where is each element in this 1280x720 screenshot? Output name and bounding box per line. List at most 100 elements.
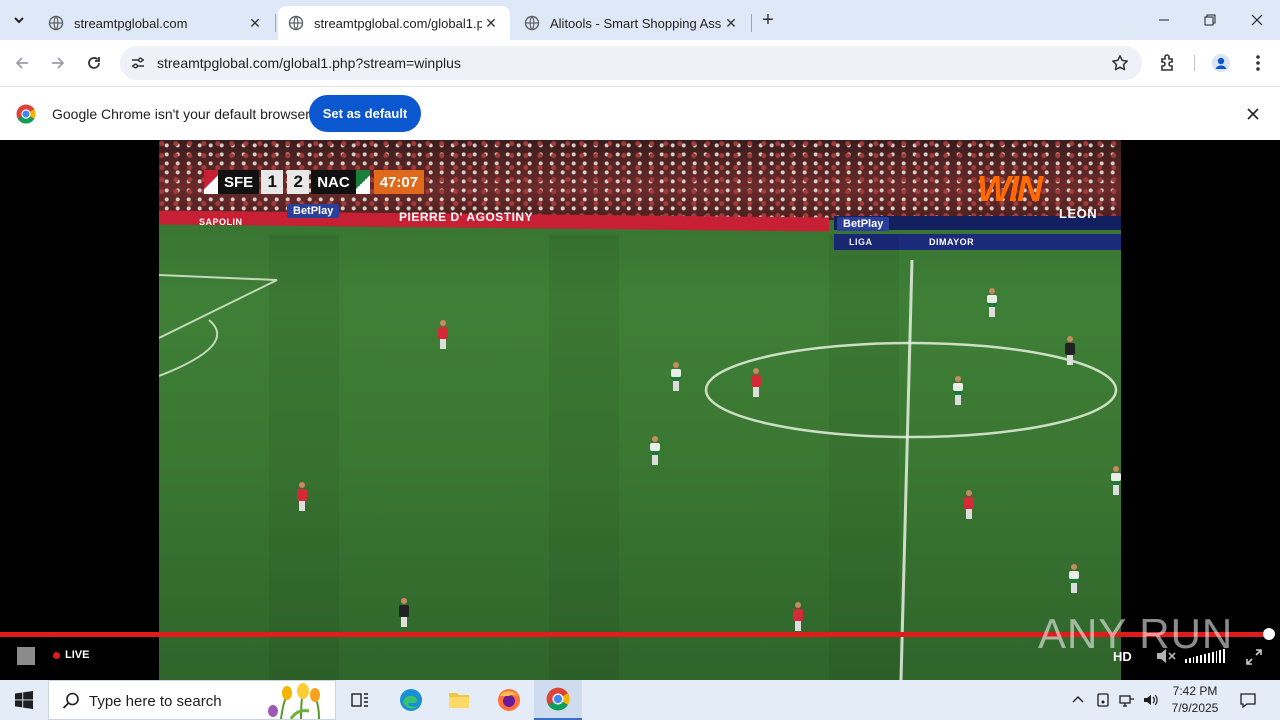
chrome-logo-icon <box>16 104 36 124</box>
taskbar-edge[interactable] <box>387 680 435 720</box>
arrow-right-icon <box>52 57 65 69</box>
player-red <box>964 490 974 520</box>
quality-button[interactable]: HD <box>1113 649 1132 664</box>
close-tab-icon[interactable]: ✕ <box>246 14 264 32</box>
forward-button[interactable] <box>44 49 72 77</box>
search-icon <box>62 692 79 709</box>
player-red <box>297 482 307 512</box>
player-green <box>987 288 997 318</box>
avatar-icon <box>1212 54 1230 72</box>
scorebug: SFE 1 2 NAC 47:07 <box>204 170 425 194</box>
taskbar-search[interactable]: Type here to search <box>48 680 336 720</box>
arrow-left-icon <box>15 57 28 69</box>
away-flag <box>355 170 370 194</box>
restore-icon <box>1204 14 1216 26</box>
tab-strip: streamtpglobal.com ✕ streamtpglobal.com/… <box>0 0 1280 40</box>
tab-search-button[interactable] <box>6 7 32 33</box>
default-browser-infobar: Google Chrome isn't your default browser… <box>0 86 1280 140</box>
infobar-close-button[interactable] <box>1243 104 1263 124</box>
tab-title: streamtpglobal.com/global1.php?stream=wi… <box>314 15 482 31</box>
minimize-button[interactable] <box>1141 0 1187 40</box>
chevron-up-icon <box>1072 696 1084 703</box>
player-green <box>671 362 681 392</box>
player-red <box>793 602 803 632</box>
tulips-illustration-icon <box>268 683 320 719</box>
set-as-default-button[interactable]: Set as default <box>309 95 421 132</box>
reload-button[interactable] <box>80 49 108 77</box>
stop-button[interactable] <box>17 647 35 665</box>
video-frame[interactable]: BetPlay PIERRE D' AGOSTINY SAPOLIN LIGA … <box>159 140 1121 680</box>
taskbar-firefox[interactable] <box>485 680 533 720</box>
home-flag <box>204 170 218 194</box>
address-bar[interactable]: streamtpglobal.com/global1.php?stream=wi… <box>120 46 1142 80</box>
mute-icon[interactable] <box>1155 646 1177 666</box>
start-button[interactable] <box>0 680 48 720</box>
tray-overflow-button[interactable] <box>1068 680 1088 720</box>
taskbar-chrome[interactable] <box>534 680 582 720</box>
player-green <box>1069 564 1079 594</box>
close-tab-icon[interactable]: ✕ <box>482 14 500 32</box>
tab-alitools[interactable]: Alitools - Smart Shopping Assistant ✕ <box>514 6 750 40</box>
url-text[interactable]: streamtpglobal.com/global1.php?stream=wi… <box>157 55 461 71</box>
live-indicator: LIVE <box>53 649 89 661</box>
taskbar-clock[interactable]: 7:42 PM 7/9/2025 <box>1160 683 1230 717</box>
bookmark-star-icon[interactable] <box>1110 53 1130 73</box>
video-player[interactable]: BetPlay PIERRE D' AGOSTINY SAPOLIN LIGA … <box>0 140 1280 680</box>
notification-icon <box>1240 693 1256 709</box>
close-tab-icon[interactable]: ✕ <box>722 14 740 32</box>
home-team: SFE <box>218 170 260 194</box>
task-view-button[interactable] <box>336 680 384 720</box>
player-green <box>650 436 660 466</box>
restore-button[interactable] <box>1187 0 1233 40</box>
broadcaster-logo: WIN <box>977 168 1043 209</box>
progress-scrubber[interactable] <box>1263 628 1275 640</box>
volume-slider[interactable] <box>1185 649 1225 663</box>
infobar-message: Google Chrome isn't your default browser <box>52 106 310 122</box>
away-score: 2 <box>287 170 310 194</box>
clock-time: 7:42 PM <box>1172 684 1218 698</box>
home-score: 1 <box>261 170 284 194</box>
tab-separator <box>275 14 276 32</box>
tray-volume-icon[interactable] <box>1140 680 1162 720</box>
puzzle-icon <box>1161 54 1173 71</box>
back-button[interactable] <box>8 49 36 77</box>
notifications-button[interactable] <box>1234 680 1262 720</box>
menu-button[interactable] <box>1246 51 1270 75</box>
search-placeholder: Type here to search <box>89 693 222 710</box>
live-label: LIVE <box>65 649 90 661</box>
browser-toolbar: streamtpglobal.com/global1.php?stream=wi… <box>0 40 1280 86</box>
device-icon <box>1097 693 1109 707</box>
extensions-button[interactable] <box>1156 51 1180 75</box>
fullscreen-icon[interactable] <box>1245 648 1263 666</box>
player-green <box>953 376 963 406</box>
speaker-icon <box>1144 694 1158 706</box>
folder-icon <box>449 693 469 708</box>
away-team: NAC <box>311 170 356 194</box>
clock-date: 7/9/2025 <box>1171 701 1219 715</box>
taskbar-file-explorer[interactable] <box>435 680 483 720</box>
player-green <box>1111 466 1121 496</box>
profile-button[interactable] <box>1209 51 1233 75</box>
tab-global1-active[interactable]: streamtpglobal.com/global1.php?stream=wi… <box>278 6 510 40</box>
tab-title: streamtpglobal.com <box>74 15 188 31</box>
close-window-button[interactable] <box>1234 0 1280 40</box>
chrome-icon <box>546 687 570 711</box>
match-clock: 47:07 <box>373 170 425 194</box>
firefox-icon <box>498 689 520 711</box>
network-icon <box>1119 695 1134 707</box>
toolbar-separator <box>1194 55 1195 71</box>
chevron-down-icon <box>14 17 24 24</box>
edge-icon <box>400 689 422 711</box>
tab-streamtpglobal[interactable]: streamtpglobal.com ✕ <box>38 6 274 40</box>
tab-title: Alitools - Smart Shopping Assistant <box>550 15 722 31</box>
tab-separator <box>751 14 752 32</box>
tray-device-icon[interactable] <box>1092 680 1114 720</box>
player-red <box>751 368 761 398</box>
close-icon <box>1247 108 1259 120</box>
tray-network-icon[interactable] <box>1116 680 1138 720</box>
site-info-icon[interactable] <box>128 53 148 73</box>
new-tab-button[interactable]: + <box>756 8 780 32</box>
close-icon <box>1251 14 1263 26</box>
globe-icon <box>524 15 540 31</box>
globe-icon <box>288 15 304 31</box>
